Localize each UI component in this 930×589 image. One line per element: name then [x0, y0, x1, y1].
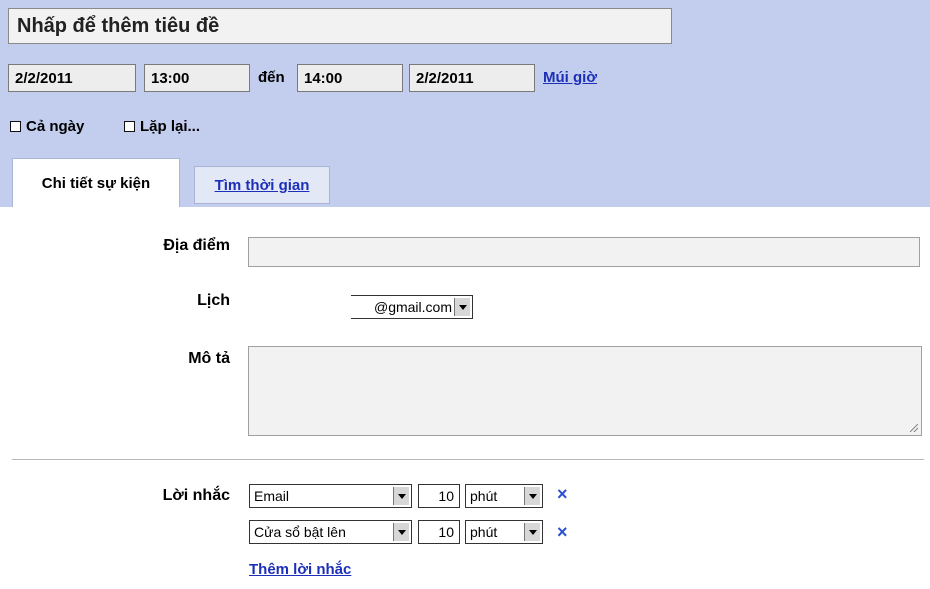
reminder-2-unit-select[interactable]: phút: [465, 520, 543, 544]
end-date-value: 2/2/2011: [416, 69, 474, 87]
start-date-field[interactable]: 2/2/2011: [8, 64, 136, 92]
chevron-down-icon[interactable]: [524, 523, 540, 541]
reminder-2-amount-value: 10: [438, 524, 454, 540]
to-label: đến: [258, 69, 285, 86]
reminder-2-method-value: Cửa sổ bật lên: [254, 524, 346, 540]
all-day-label: Cả ngày: [26, 118, 85, 135]
timezone-link[interactable]: Múi giờ: [543, 69, 597, 86]
chevron-down-icon[interactable]: [524, 487, 540, 505]
all-day-checkbox[interactable]: Cả ngày: [10, 118, 84, 135]
end-time-value: 14:00: [304, 69, 343, 87]
resize-grip-icon[interactable]: [910, 424, 918, 432]
repeat-checkbox[interactable]: Lặp lại...: [124, 118, 200, 135]
reminder-1-method-value: Email: [254, 488, 290, 504]
start-time-value: 13:00: [151, 69, 190, 87]
all-day-checkbox-box[interactable]: [10, 121, 21, 132]
end-time-field[interactable]: 14:00: [297, 64, 403, 92]
remove-reminder-1-icon[interactable]: ×: [557, 484, 568, 505]
reminder-2-amount-input[interactable]: 10: [418, 520, 460, 544]
redacted-email-overlay: [244, 288, 351, 324]
calendar-label: Lịch: [197, 292, 230, 309]
add-reminder-link[interactable]: Thêm lời nhắc: [249, 561, 351, 578]
event-title-input[interactable]: Nhấp để thêm tiêu đề: [8, 8, 672, 44]
start-date-value: 2/2/2011: [15, 69, 73, 87]
reminder-1-amount-input[interactable]: 10: [418, 484, 460, 508]
repeat-checkbox-box[interactable]: [124, 121, 135, 132]
chevron-down-icon[interactable]: [454, 298, 470, 316]
tab-find-time[interactable]: Tìm thời gian: [194, 166, 330, 204]
location-input[interactable]: [248, 237, 920, 267]
tab-event-details[interactable]: Chi tiết sự kiện: [12, 158, 180, 207]
event-title-placeholder: Nhấp để thêm tiêu đề: [17, 14, 220, 37]
tab-find-time-label[interactable]: Tìm thời gian: [215, 177, 310, 194]
tab-event-details-label: Chi tiết sự kiện: [41, 174, 151, 192]
location-label: Địa điểm: [163, 237, 230, 254]
chevron-down-icon[interactable]: [393, 487, 409, 505]
description-label: Mô tả: [188, 350, 230, 367]
reminder-1-amount-value: 10: [438, 488, 454, 504]
chevron-down-icon[interactable]: [393, 523, 409, 541]
end-date-field[interactable]: 2/2/2011: [409, 64, 535, 92]
reminder-1-unit-select[interactable]: phút: [465, 484, 543, 508]
reminder-2-unit-value: phút: [470, 524, 498, 540]
reminder-2-method-select[interactable]: Cửa sổ bật lên: [249, 520, 412, 544]
section-divider: [12, 459, 924, 460]
reminder-1-method-select[interactable]: Email: [249, 484, 412, 508]
reminders-label: Lời nhắc: [162, 487, 230, 504]
description-textarea[interactable]: [248, 346, 922, 436]
reminder-1-unit-value: phút: [470, 488, 498, 504]
start-time-field[interactable]: 13:00: [144, 64, 250, 92]
remove-reminder-2-icon[interactable]: ×: [557, 522, 568, 543]
repeat-label: Lặp lại...: [140, 118, 201, 135]
